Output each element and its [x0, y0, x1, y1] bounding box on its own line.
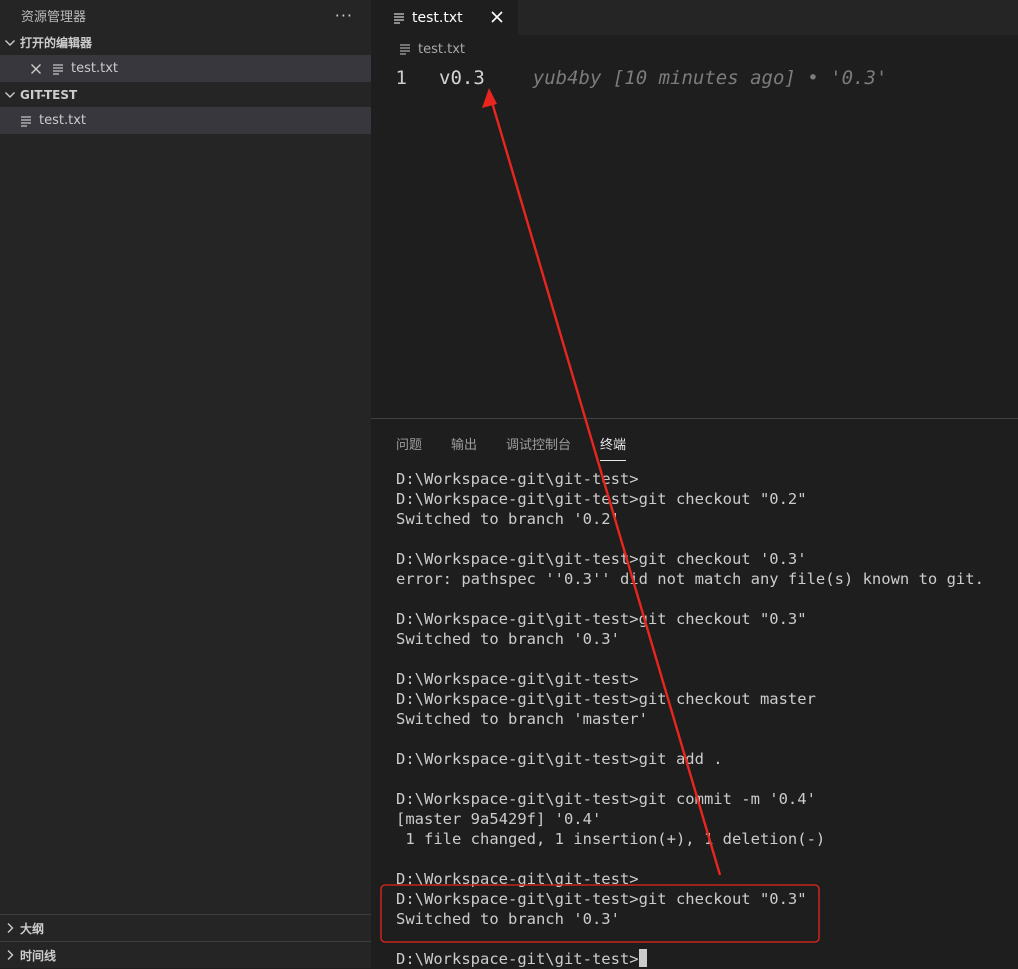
folder-file-item[interactable]: test.txt [0, 107, 371, 134]
terminal-line: D:\Workspace-git\git-test>git add . [396, 750, 723, 768]
tab-problems[interactable]: 问题 [396, 434, 422, 461]
file-lines-icon [20, 115, 32, 127]
panel-tab-bar: 问题 输出 调试控制台 终端 [371, 419, 1018, 461]
terminal-cursor [638, 949, 647, 967]
terminal-line: Switched to branch '0.2' [396, 510, 620, 528]
terminal-line: Switched to branch '0.3' [396, 910, 620, 928]
terminal-line: D:\Workspace-git\git-test> [396, 870, 639, 888]
terminal-line: D:\Workspace-git\git-test>git checkout "… [396, 490, 807, 508]
chevron-right-icon [4, 922, 16, 934]
tab-debug-console[interactable]: 调试控制台 [506, 434, 571, 461]
chevron-down-icon [4, 89, 16, 101]
open-editors-header[interactable]: 打开的编辑器 [0, 30, 371, 55]
file-lines-icon [393, 12, 405, 24]
file-lines-icon [52, 63, 64, 75]
explorer-sidebar: 资源管理器 ··· 打开的编辑器 test.txt GIT-TEST test.… [0, 0, 371, 968]
explorer-title-bar: 资源管理器 ··· [0, 0, 371, 30]
file-lines-icon [399, 43, 411, 55]
terminal-line: D:\Workspace-git\git-test> [396, 470, 639, 488]
editor-tab-label: test.txt [412, 9, 463, 26]
outline-header[interactable]: 大纲 [0, 914, 371, 941]
chevron-down-icon [4, 37, 16, 49]
terminal-line: 1 file changed, 1 insertion(+), 1 deleti… [396, 830, 826, 848]
tab-terminal[interactable]: 终端 [600, 434, 627, 461]
terminal-line: D:\Workspace-git\git-test>git commit -m … [396, 790, 816, 808]
terminal-line: Switched to branch '0.3' [396, 630, 620, 648]
editor-tab-bar: test.txt [371, 0, 1018, 35]
breadcrumb-label: test.txt [418, 41, 465, 57]
sidebar-bottom-sections: 大纲 时间线 [0, 914, 371, 968]
breadcrumb[interactable]: test.txt [371, 35, 1018, 63]
code-line[interactable]: 1 v0.3 yub4by [10 minutes ago] • '0.3' [371, 63, 1018, 93]
timeline-label: 时间线 [20, 948, 57, 963]
chevron-right-icon [4, 949, 16, 961]
terminal-output[interactable]: D:\Workspace-git\git-test> D:\Workspace-g… [396, 469, 1018, 969]
explorer-title: 资源管理器 [21, 9, 87, 25]
terminal-line: Switched to branch 'master' [396, 710, 648, 728]
bottom-panel: 问题 输出 调试控制台 终端 D:\Workspace-git\git-test… [371, 418, 1018, 968]
terminal-line: D:\Workspace-git\git-test> [396, 949, 1018, 969]
editor-area: test.txt test.txt 1 v0.3 yub4by [10 minu… [371, 0, 1018, 418]
folder-label: GIT-TEST [20, 87, 78, 102]
git-blame-annotation: yub4by [10 minutes ago] • '0.3' [532, 67, 888, 89]
close-icon[interactable] [489, 9, 505, 25]
folder-file-label: test.txt [39, 113, 86, 128]
open-editors-label: 打开的编辑器 [20, 36, 93, 50]
timeline-header[interactable]: 时间线 [0, 941, 371, 968]
terminal-line: [master 9a5429f] '0.4' [396, 810, 602, 828]
folder-header[interactable]: GIT-TEST [0, 82, 371, 107]
terminal-line: D:\Workspace-git\git-test>git checkout "… [396, 610, 807, 628]
editor-tab-test-txt[interactable]: test.txt [371, 0, 518, 35]
close-icon[interactable] [28, 61, 44, 77]
open-editor-item[interactable]: test.txt [0, 55, 371, 82]
more-actions-button[interactable]: ··· [335, 6, 353, 25]
tab-output[interactable]: 输出 [451, 434, 477, 461]
terminal-line: D:\Workspace-git\git-test>git checkout "… [396, 890, 807, 908]
terminal-line: error: pathspec ''0.3'' did not match an… [396, 570, 984, 588]
terminal-line: D:\Workspace-git\git-test>git checkout '… [396, 550, 807, 568]
open-editor-label: test.txt [71, 61, 118, 76]
terminal-line: D:\Workspace-git\git-test> [396, 670, 639, 688]
outline-label: 大纲 [20, 921, 45, 936]
line-number: 1 [395, 67, 407, 89]
terminal-line: D:\Workspace-git\git-test>git checkout m… [396, 690, 816, 708]
code-text[interactable]: v0.3 [439, 67, 485, 89]
